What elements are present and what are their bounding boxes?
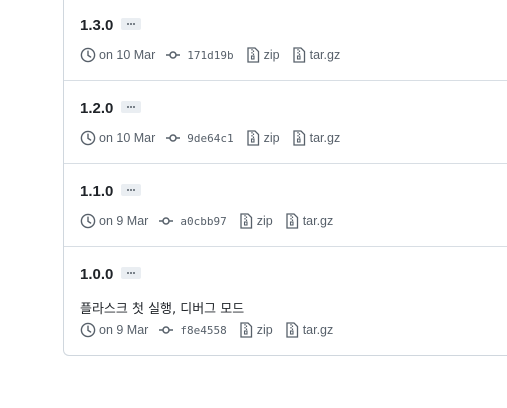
ellipsis-button[interactable]: [121, 18, 142, 31]
file-zip-icon: [240, 322, 252, 338]
clock-icon: [80, 322, 96, 338]
release-date: on 10 Mar: [99, 48, 156, 62]
download-zip-link[interactable]: zip: [257, 323, 273, 337]
commit-sha-link[interactable]: a0cbb97: [180, 215, 226, 228]
clock-icon: [80, 213, 96, 229]
download-zip-link[interactable]: zip: [264, 48, 280, 62]
release-tag-row: 1.0.0: [80, 266, 142, 284]
file-zip-icon: [246, 47, 259, 63]
release-date: on 9 Mar: [99, 214, 149, 228]
file-zip-icon: [246, 130, 259, 146]
download-targz-link[interactable]: tar.gz: [310, 131, 341, 145]
releases-list: 1.3.0 on 10 Mar 171d19b zip tar.gz 1.2.0…: [63, 0, 507, 356]
download-zip-link[interactable]: zip: [257, 214, 273, 228]
clock-icon: [80, 47, 96, 63]
release-date: on 10 Mar: [99, 131, 156, 145]
release-meta: on 9 Mar f8e4558 zip tar.gz: [80, 321, 333, 339]
git-commit-icon: [159, 326, 174, 334]
release-date: on 9 Mar: [99, 323, 149, 337]
file-zip-icon: [286, 322, 298, 338]
download-zip-link[interactable]: zip: [264, 131, 280, 145]
ellipsis-button[interactable]: [121, 267, 142, 280]
release-meta: on 9 Mar a0cbb97 zip tar.gz: [80, 212, 333, 230]
release-meta: on 10 Mar 171d19b zip tar.gz: [80, 46, 340, 64]
commit-sha-link[interactable]: 171d19b: [187, 49, 233, 62]
release-tag[interactable]: 1.0.0: [80, 266, 113, 283]
release-row: 1.2.0 on 10 Mar 9de64c1 zip tar.gz: [64, 80, 507, 164]
ellipsis-button[interactable]: [121, 101, 142, 114]
release-tag[interactable]: 1.3.0: [80, 17, 113, 34]
download-targz-link[interactable]: tar.gz: [303, 214, 334, 228]
file-zip-icon: [292, 130, 305, 146]
release-note: 플라스크 첫 실행, 디버그 모드: [80, 302, 245, 317]
git-commit-icon: [166, 134, 181, 142]
release-tag[interactable]: 1.1.0: [80, 183, 113, 200]
release-row: 1.0.0 플라스크 첫 실행, 디버그 모드 on 9 Mar f8e4558…: [64, 246, 507, 357]
release-tag-row: 1.2.0: [80, 100, 142, 118]
download-targz-link[interactable]: tar.gz: [310, 48, 341, 62]
release-tag[interactable]: 1.2.0: [80, 100, 113, 117]
git-commit-icon: [166, 51, 181, 59]
ellipsis-button[interactable]: [121, 184, 142, 197]
file-zip-icon: [240, 213, 252, 229]
release-tag-row: 1.3.0: [80, 17, 142, 35]
release-tag-row: 1.1.0: [80, 183, 142, 201]
file-zip-icon: [286, 213, 298, 229]
release-row: 1.3.0 on 10 Mar 171d19b zip tar.gz: [64, 0, 507, 80]
clock-icon: [80, 130, 96, 146]
release-meta: on 10 Mar 9de64c1 zip tar.gz: [80, 129, 340, 147]
commit-sha-link[interactable]: f8e4558: [180, 324, 226, 337]
commit-sha-link[interactable]: 9de64c1: [187, 132, 233, 145]
file-zip-icon: [292, 47, 305, 63]
git-commit-icon: [159, 217, 174, 225]
release-row: 1.1.0 on 9 Mar a0cbb97 zip tar.gz: [64, 163, 507, 247]
download-targz-link[interactable]: tar.gz: [303, 323, 334, 337]
